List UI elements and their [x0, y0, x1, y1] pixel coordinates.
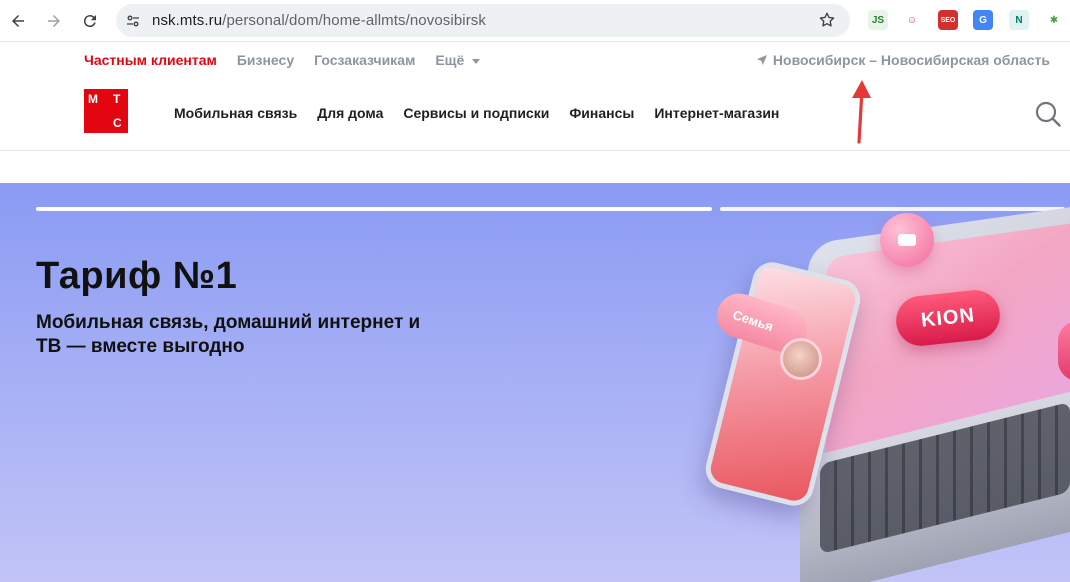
logo-letter-t: Т — [113, 92, 121, 106]
reload-icon — [83, 15, 96, 28]
url-host: nsk.mts.ru — [152, 12, 223, 29]
nav-shop[interactable]: Интернет-магазин — [654, 105, 779, 121]
nav-government[interactable]: Госзаказчикам — [314, 52, 415, 68]
back-button[interactable] — [6, 9, 30, 33]
js-extension-icon[interactable]: JS — [868, 10, 888, 30]
bookmark-star-icon[interactable] — [818, 11, 836, 29]
reload-button[interactable] — [78, 9, 102, 33]
nav-services[interactable]: Сервисы и подписки — [403, 105, 549, 121]
mts-logo[interactable]: М Т С — [84, 89, 128, 133]
search-icon[interactable] — [1034, 100, 1062, 128]
address-bar[interactable]: nsk.mts.ru/personal/dom/home-allmts/novo… — [116, 4, 850, 37]
region-selector[interactable]: Новосибирск – Новосибирская область — [756, 52, 1050, 68]
url-text[interactable]: nsk.mts.ru/personal/dom/home-allmts/novo… — [152, 12, 486, 29]
nav-private-clients[interactable]: Частным клиентам — [84, 52, 217, 68]
tv-icon — [880, 213, 934, 267]
n-extension-icon[interactable]: N — [1009, 10, 1029, 30]
nav-business[interactable]: Бизнесу — [237, 52, 294, 68]
smile-extension-icon[interactable]: ☺ — [902, 10, 922, 30]
location-arrow-icon — [756, 55, 767, 65]
header-divider — [0, 150, 1070, 151]
avatar — [780, 338, 822, 380]
logo-letter-m: М — [88, 92, 98, 106]
browser-toolbar: nsk.mts.ru/personal/dom/home-allmts/novo… — [0, 0, 1070, 42]
annotation-arrow-icon — [852, 80, 871, 144]
hero-subtitle: Мобильная связь, домашний интернет и ТВ … — [36, 312, 421, 357]
nav-finance[interactable]: Финансы — [569, 105, 634, 121]
caret-down-icon — [472, 58, 481, 64]
nav-mobile[interactable]: Мобильная связь — [174, 105, 297, 121]
slide-indicator-2[interactable] — [720, 207, 1065, 211]
region-label: Новосибирск – Новосибирская область — [772, 52, 1050, 68]
site-info-icon[interactable] — [124, 12, 142, 30]
nav-more-label: Ещё — [435, 52, 465, 68]
url-path: /personal/dom/home-allmts/novosibirsk — [222, 12, 486, 29]
nav-more[interactable]: Ещё — [435, 52, 481, 68]
arrow-left-icon — [12, 15, 24, 27]
slide-indicator-1[interactable] — [36, 207, 712, 211]
hero-title: Тариф №1 — [36, 255, 238, 297]
logo-letter-s: С — [113, 116, 122, 130]
pinwheel-extension-icon[interactable]: ✱ — [1044, 10, 1064, 30]
translate-extension-icon[interactable]: G — [973, 10, 993, 30]
main-nav: Мобильная связь Для дома Сервисы и подпи… — [174, 105, 779, 121]
arrow-right-icon — [48, 15, 60, 27]
nav-home[interactable]: Для дома — [317, 105, 383, 121]
seo-extension-icon[interactable]: SEO — [938, 10, 958, 30]
forward-button[interactable] — [42, 9, 66, 33]
hero-banner[interactable]: Тариф №1 Мобильная связь, домашний интер… — [0, 183, 1070, 582]
audience-nav: Частным клиентам Бизнесу Госзаказчикам Е… — [84, 52, 481, 68]
